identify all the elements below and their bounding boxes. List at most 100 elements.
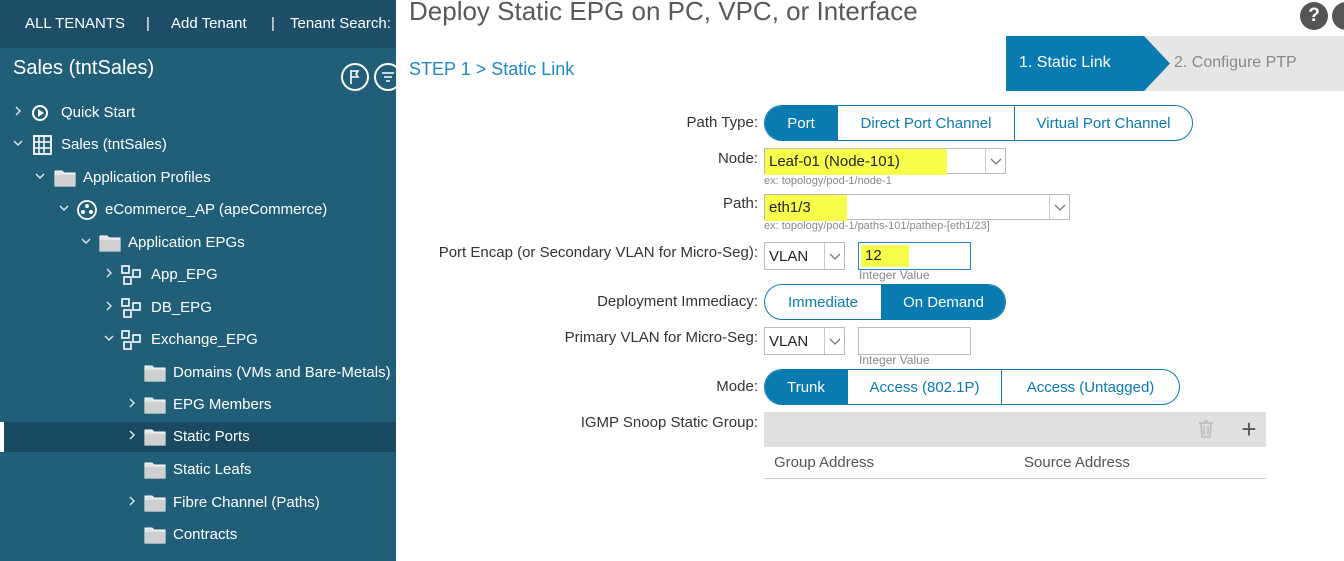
path-type-direct-port-channel[interactable]: Direct Port Channel bbox=[837, 106, 1014, 140]
chevron-down-icon[interactable] bbox=[824, 328, 844, 354]
tree-item-label: Contracts bbox=[173, 526, 238, 543]
tree-item-label: Sales (tntSales) bbox=[61, 136, 167, 153]
tree-item-label: Static Ports bbox=[173, 428, 250, 445]
quick-start-icon bbox=[32, 105, 48, 121]
tree-item-domains[interactable]: Domains (VMs and Bare-Metals) bbox=[0, 358, 396, 388]
mode-toggle: Trunk Access (802.1P) Access (Untagged) bbox=[764, 369, 1180, 405]
close-icon[interactable] bbox=[1332, 2, 1344, 30]
tree-item-label: Static Leafs bbox=[173, 461, 252, 478]
tenant-icon bbox=[33, 135, 52, 155]
wizard-step-static-link[interactable]: 1. Static Link bbox=[1019, 54, 1111, 72]
igmp-table-toolbar: + bbox=[764, 412, 1266, 447]
tree-item-application-epgs[interactable]: Application EPGs bbox=[0, 228, 396, 258]
folder-icon bbox=[144, 495, 166, 512]
step-breadcrumb: STEP 1 > Static Link bbox=[409, 59, 575, 79]
tree-item-epg-members[interactable]: EPG Members bbox=[0, 390, 396, 420]
tree-item-label: DB_EPG bbox=[151, 299, 212, 316]
deploy-static-epg-dialog: Deploy Static EPG on PC, VPC, or Interfa… bbox=[396, 0, 1344, 561]
wizard-steps: 1. Static Link 2. Configure PTP bbox=[1006, 36, 1344, 91]
port-encap-label: Port Encap (or Secondary VLAN for Micro-… bbox=[438, 244, 758, 261]
mode-label: Mode: bbox=[716, 378, 758, 395]
tree-item-label: Application EPGs bbox=[128, 234, 245, 251]
primary-vlan-type-select[interactable]: VLAN bbox=[764, 327, 845, 355]
node-label: Node: bbox=[717, 150, 758, 167]
chevron-down-icon[interactable] bbox=[985, 149, 1005, 173]
port-encap-type-select[interactable]: VLAN bbox=[764, 242, 845, 270]
path-type-virtual-port-channel[interactable]: Virtual Port Channel bbox=[1014, 106, 1192, 140]
port-encap-type-value: VLAN bbox=[769, 248, 809, 265]
deployment-immediacy-toggle: Immediate On Demand bbox=[764, 284, 1006, 320]
node-value: Leaf-01 (Node-101) bbox=[765, 149, 947, 175]
mode-access-untagged[interactable]: Access (Untagged) bbox=[1001, 370, 1179, 404]
path-type-port[interactable]: Port bbox=[765, 106, 837, 140]
tree-item-tenant[interactable]: Sales (tntSales) bbox=[0, 130, 396, 160]
app-profile-icon bbox=[77, 200, 97, 220]
column-header-source-address[interactable]: Source Address bbox=[1024, 454, 1130, 471]
tree-item-label: Domains (VMs and Bare-Metals) bbox=[173, 364, 391, 381]
mode-access-8021p[interactable]: Access (802.1P) bbox=[847, 370, 1001, 404]
tree-item-app-epg[interactable]: App_EPG bbox=[0, 260, 396, 290]
navigation-sidebar: ALL TENANTS | Add Tenant | Tenant Search… bbox=[0, 0, 396, 561]
path-label: Path: bbox=[722, 195, 758, 212]
deployment-immediacy-label: Deployment Immediacy: bbox=[597, 293, 758, 310]
path-select[interactable]: eth1/3 bbox=[764, 194, 1070, 221]
flag-icon[interactable] bbox=[341, 63, 369, 91]
plus-icon[interactable]: + bbox=[1238, 416, 1260, 442]
folder-icon bbox=[144, 429, 166, 446]
primary-vlan-type-value: VLAN bbox=[769, 333, 809, 350]
epg-icon bbox=[121, 298, 141, 318]
epg-icon bbox=[121, 265, 141, 285]
tree-item-fibre-channel[interactable]: Fibre Channel (Paths) bbox=[0, 488, 396, 518]
column-header-group-address[interactable]: Group Address bbox=[774, 454, 874, 471]
add-tenant-link[interactable]: Add Tenant bbox=[171, 15, 247, 32]
folder-icon bbox=[144, 462, 166, 479]
port-encap-hint: Integer Value bbox=[859, 268, 930, 282]
tree-item-contracts[interactable]: Contracts bbox=[0, 520, 396, 550]
help-icon[interactable]: ? bbox=[1300, 2, 1328, 30]
immediacy-immediate[interactable]: Immediate bbox=[765, 285, 881, 319]
folder-icon bbox=[99, 235, 121, 252]
tree-item-label: Quick Start bbox=[61, 104, 136, 121]
primary-vlan-input[interactable] bbox=[858, 327, 971, 355]
wizard-step-configure-ptp[interactable]: 2. Configure PTP bbox=[1174, 54, 1297, 72]
trash-icon[interactable] bbox=[1196, 419, 1216, 439]
tree-item-label: Fibre Channel (Paths) bbox=[173, 494, 320, 511]
tree-item-label: eCommerce_AP (apeCommerce) bbox=[105, 201, 328, 218]
igmp-snoop-label: IGMP Snoop Static Group: bbox=[580, 414, 758, 431]
path-hint: ex: topology/pod-1/paths-101/pathep-[eth… bbox=[764, 220, 990, 232]
tree-item-static-leafs[interactable]: Static Leafs bbox=[0, 455, 396, 485]
mode-trunk[interactable]: Trunk bbox=[765, 370, 847, 404]
tenant-topbar: ALL TENANTS | Add Tenant | Tenant Search… bbox=[0, 0, 396, 48]
folder-icon bbox=[144, 397, 166, 414]
primary-vlan-hint: Integer Value bbox=[859, 353, 930, 367]
tree-item-static-ports[interactable]: Static Ports bbox=[0, 422, 396, 452]
port-encap-input[interactable]: 12 bbox=[858, 242, 971, 270]
folder-icon bbox=[144, 527, 166, 544]
chevron-down-icon[interactable] bbox=[824, 243, 844, 269]
tree-item-exchange-epg[interactable]: Exchange_EPG bbox=[0, 325, 396, 355]
path-type-toggle: Port Direct Port Channel Virtual Port Ch… bbox=[764, 105, 1193, 141]
tree-item-quick-start[interactable]: Quick Start bbox=[0, 98, 396, 128]
tree-item-db-epg[interactable]: DB_EPG bbox=[0, 293, 396, 323]
tree-item-ecommerce-ap[interactable]: eCommerce_AP (apeCommerce) bbox=[0, 195, 396, 225]
dialog-title: Deploy Static EPG on PC, VPC, or Interfa… bbox=[409, 0, 918, 26]
tree-item-label: App_EPG bbox=[151, 266, 218, 283]
tenant-title: Sales (tntSales) bbox=[13, 57, 155, 79]
node-select[interactable]: Leaf-01 (Node-101) bbox=[764, 148, 1006, 175]
separator: | bbox=[146, 15, 150, 32]
node-hint: ex: topology/pod-1/node-1 bbox=[764, 175, 892, 187]
table-divider bbox=[764, 478, 1266, 479]
folder-icon bbox=[54, 170, 76, 187]
separator: | bbox=[271, 15, 275, 32]
port-encap-value: 12 bbox=[861, 245, 909, 267]
chevron-down-icon[interactable] bbox=[1049, 195, 1069, 219]
all-tenants-link[interactable]: ALL TENANTS bbox=[25, 15, 125, 32]
path-value: eth1/3 bbox=[765, 195, 847, 221]
tree-item-application-profiles[interactable]: Application Profiles bbox=[0, 163, 396, 193]
tree-item-label: Exchange_EPG bbox=[151, 331, 258, 348]
path-type-label: Path Type: bbox=[686, 114, 758, 131]
immediacy-on-demand[interactable]: On Demand bbox=[881, 285, 1005, 319]
tenant-search-label[interactable]: Tenant Search: bbox=[290, 15, 391, 32]
folder-icon bbox=[144, 365, 166, 382]
filter-icon[interactable] bbox=[374, 63, 396, 91]
